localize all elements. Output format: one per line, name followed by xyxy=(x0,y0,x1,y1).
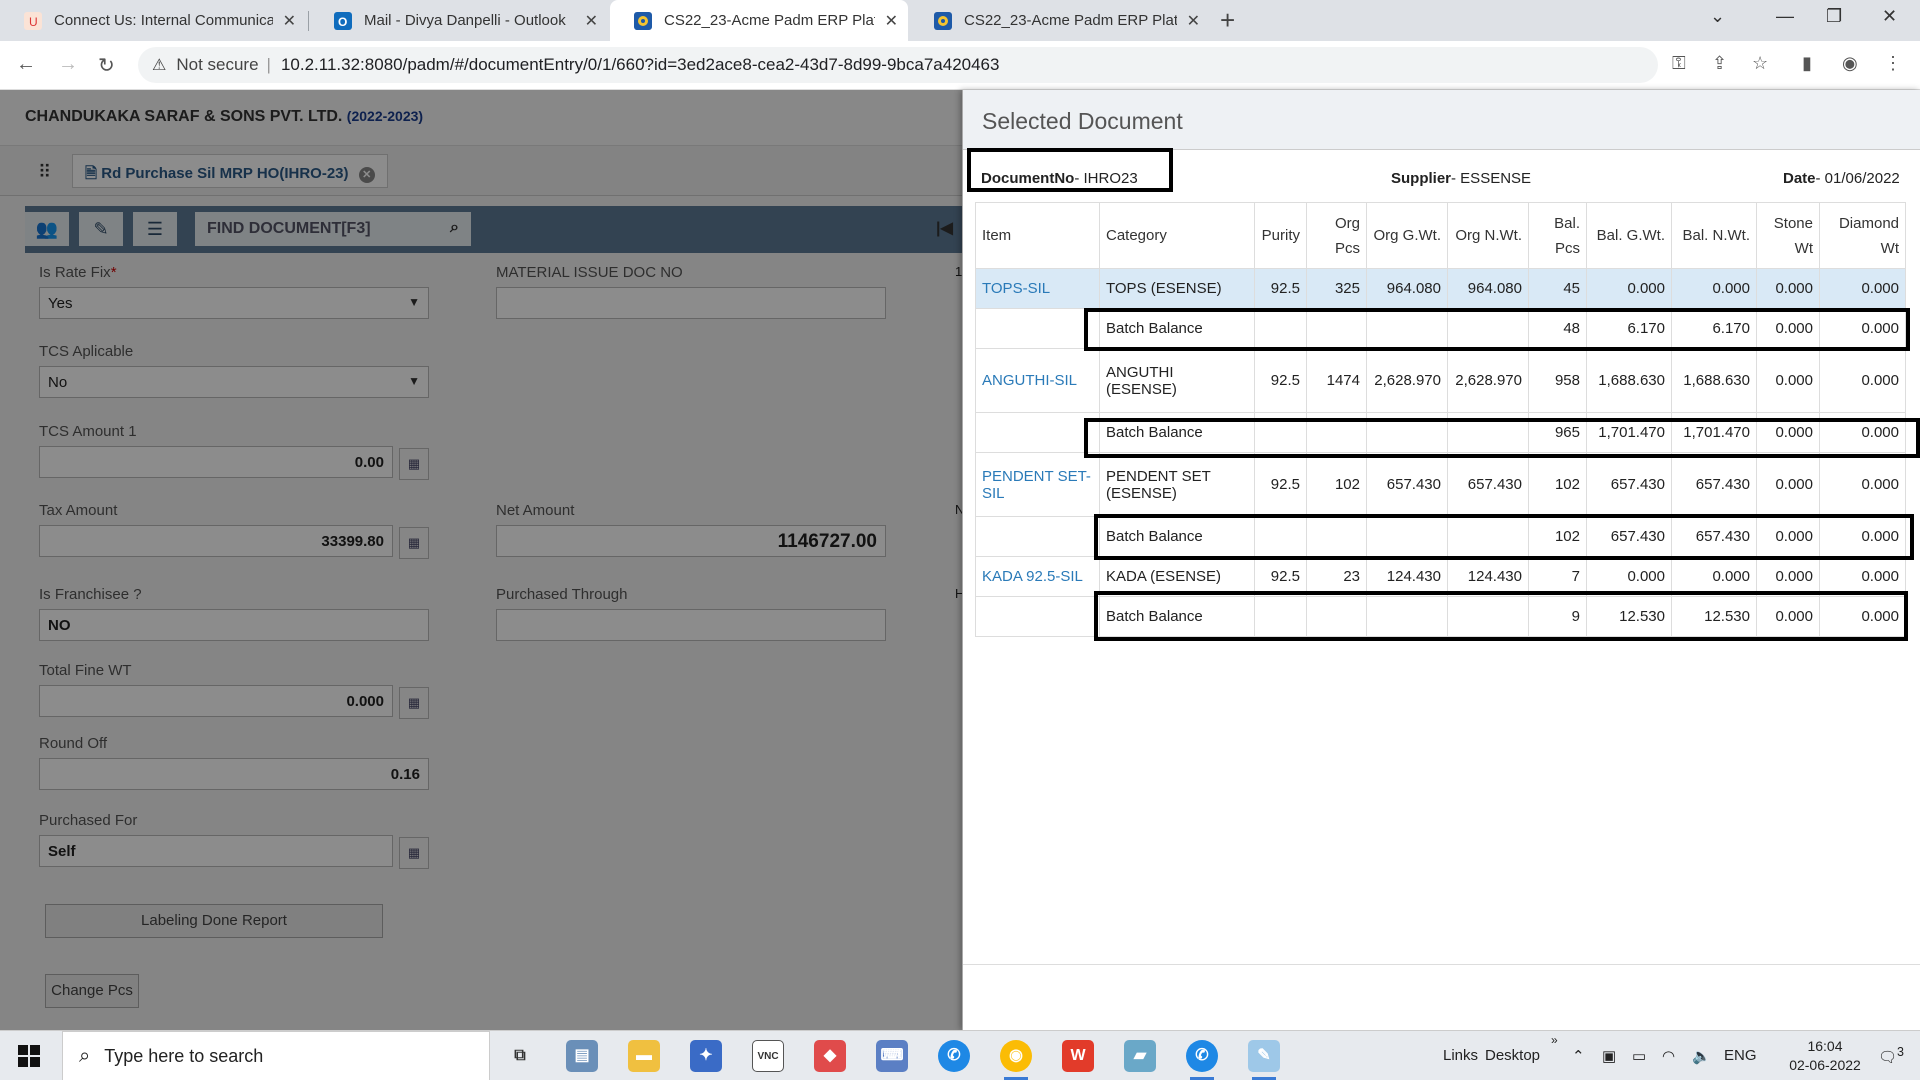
tab-title: CS22_23-Acme Padm ERP Platfor xyxy=(964,12,1177,29)
windows-start-icon[interactable] xyxy=(18,1045,40,1067)
notification-icon[interactable]: 🗨3 xyxy=(1878,1045,1904,1066)
remote-desktop-icon[interactable]: ⌨ xyxy=(876,1040,908,1072)
task-view-icon[interactable]: ⧉ xyxy=(504,1040,536,1072)
batch-balance-highlight xyxy=(1084,418,1920,458)
file-server-icon[interactable]: ▤ xyxy=(566,1040,598,1072)
column-header: Bal. Pcs xyxy=(1528,202,1587,269)
erp-favicon-icon xyxy=(634,11,652,30)
desktop-toolbar[interactable]: Desktop xyxy=(1485,1047,1540,1064)
erp-favicon-icon xyxy=(934,11,952,30)
column-header: Stone Wt xyxy=(1756,202,1820,269)
close-tab-icon[interactable]: ✕ xyxy=(1187,11,1200,31)
table-header: Item Category Purity Org Pcs Org G.Wt. O… xyxy=(975,202,1906,269)
share-icon[interactable]: ⇪ xyxy=(1712,53,1727,74)
anydesk-icon[interactable]: ◆ xyxy=(814,1040,846,1072)
wps-office-icon[interactable]: W xyxy=(1062,1040,1094,1072)
browser-menu-icon[interactable]: ⋮ xyxy=(1884,53,1902,74)
document-no-highlight xyxy=(967,148,1173,192)
taskbar-search-box[interactable]: ⌕ Type here to search xyxy=(62,1031,490,1080)
browser-tab-outlook[interactable]: O Mail - Divya Danpelli - Outlook ✕ xyxy=(310,0,608,41)
tab-title: Mail - Divya Danpelli - Outlook xyxy=(364,12,566,29)
close-tab-icon[interactable]: ✕ xyxy=(283,11,296,31)
selected-document-panel: Selected Document DocumentNo- IHRO23 Sup… xyxy=(962,90,1920,1030)
column-header: Org N.Wt. xyxy=(1447,202,1529,269)
reload-icon[interactable]: ↻ xyxy=(98,53,115,78)
browser-tab-connect[interactable]: U Connect Us: Internal Communica ✕ xyxy=(0,0,306,41)
url-text[interactable]: 10.2.11.32:8080/padm/#/documentEntry/0/1… xyxy=(281,55,1000,75)
phone-app-icon[interactable]: ✆ xyxy=(938,1040,970,1072)
connect-favicon-icon: U xyxy=(24,11,42,30)
address-bar: ← → ↻ ⚠ Not secure | 10.2.11.32:8080/pad… xyxy=(0,41,1920,90)
bookmark-star-icon[interactable]: ☆ xyxy=(1752,53,1768,74)
table-row[interactable]: PENDENT SET-SIL PENDENT SET (ESENSE) 92.… xyxy=(975,452,1906,517)
system-clock[interactable]: 16:04 02-06-2022 xyxy=(1780,1037,1870,1075)
document-date: Date- 01/06/2022 xyxy=(1783,170,1900,187)
browser-tab-erp[interactable]: CS22_23-Acme Padm ERP Platfor ✕ xyxy=(910,0,1210,41)
taskbar-search-placeholder: Type here to search xyxy=(104,1045,264,1066)
battery-icon[interactable]: ▭ xyxy=(1632,1047,1646,1065)
language-indicator[interactable]: ENG xyxy=(1724,1047,1757,1064)
network-app-icon[interactable]: ✦ xyxy=(690,1040,722,1072)
tab-search-chevron-icon[interactable]: ⌄ xyxy=(1710,6,1725,27)
column-header: Org G.Wt. xyxy=(1366,202,1448,269)
panel-title: Selected Document xyxy=(963,90,1920,150)
new-tab-icon[interactable]: + xyxy=(1220,5,1235,36)
batch-balance-highlight xyxy=(1084,308,1910,351)
table-row[interactable]: TOPS-SIL TOPS (ESENSE) 92.5 325 964.080 … xyxy=(975,268,1906,309)
paint-icon[interactable]: ✎ xyxy=(1248,1040,1280,1080)
column-header: Bal. G.Wt. xyxy=(1586,202,1672,269)
column-header: Item xyxy=(975,202,1100,269)
vnc-icon[interactable]: VNC xyxy=(752,1040,784,1072)
file-explorer-icon[interactable]: ▬ xyxy=(628,1040,660,1072)
batch-balance-highlight xyxy=(1094,514,1914,560)
batch-balance-highlight xyxy=(1094,591,1908,641)
forward-icon[interactable]: → xyxy=(58,53,78,76)
column-header: Bal. N.Wt. xyxy=(1671,202,1757,269)
close-tab-icon[interactable]: ✕ xyxy=(585,11,598,31)
modal-overlay[interactable] xyxy=(0,90,962,1030)
notes-app-icon[interactable]: ▰ xyxy=(1124,1040,1156,1072)
svg-text:O: O xyxy=(338,15,347,29)
back-icon[interactable]: ← xyxy=(16,53,36,76)
table-row[interactable]: ANGUTHI-SIL ANGUTHI (ESENSE) 92.5 1474 2… xyxy=(975,348,1906,413)
key-icon[interactable]: ⚿ xyxy=(1672,53,1686,74)
url-omnibox[interactable]: ⚠ Not secure | 10.2.11.32:8080/padm/#/do… xyxy=(138,47,1658,83)
clock-time: 16:04 xyxy=(1807,1038,1843,1054)
close-window-icon[interactable]: ✕ xyxy=(1882,6,1897,27)
phone-app-icon[interactable]: ✆ xyxy=(1186,1040,1218,1080)
panel-footer-divider xyxy=(963,964,1920,965)
meet-now-icon[interactable]: ▣ xyxy=(1602,1047,1616,1065)
tab-title: CS22_23-Acme Padm ERP Platfor xyxy=(664,12,875,29)
profile-avatar-icon[interactable]: ◉ xyxy=(1842,53,1858,74)
wifi-icon[interactable]: ◠ xyxy=(1662,1047,1675,1065)
browser-tab-strip: U Connect Us: Internal Communica ✕ O Mai… xyxy=(0,0,1920,41)
notification-count: 3 xyxy=(1897,1045,1904,1059)
column-header: Diamond Wt xyxy=(1819,202,1906,269)
restore-icon[interactable]: ❐ xyxy=(1826,6,1842,27)
column-header: Org Pcs xyxy=(1306,202,1367,269)
warning-triangle-icon[interactable]: ⚠ xyxy=(152,55,166,75)
column-header: Category xyxy=(1099,202,1255,269)
side-panel-icon[interactable]: ▮ xyxy=(1802,53,1812,74)
volume-icon[interactable]: 🔈 xyxy=(1692,1047,1711,1065)
search-icon: ⌕ xyxy=(79,1044,91,1067)
close-tab-icon[interactable]: ✕ xyxy=(885,11,898,31)
windows-taskbar: ⌕ Type here to search ⧉ ▤ ▬ ✦ VNC ◆ ⌨ ✆ … xyxy=(0,1030,1920,1080)
column-header: Purity xyxy=(1254,202,1307,269)
minimize-icon[interactable]: — xyxy=(1776,6,1794,27)
show-hidden-icons-icon[interactable]: ⌃ xyxy=(1572,1047,1585,1065)
browser-tab-erp-active[interactable]: CS22_23-Acme Padm ERP Platfor ✕ xyxy=(610,0,908,41)
svg-text:U: U xyxy=(29,15,38,29)
supplier: Supplier- ESSENSE xyxy=(1391,170,1532,187)
outlook-favicon-icon: O xyxy=(334,11,352,30)
toolbar-overflow-icon[interactable]: » xyxy=(1551,1033,1558,1047)
security-label: Not secure xyxy=(176,55,259,74)
chrome-icon[interactable]: ◉ xyxy=(1000,1040,1032,1080)
tab-title: Connect Us: Internal Communica xyxy=(54,12,273,29)
clock-date: 02-06-2022 xyxy=(1789,1057,1861,1073)
links-toolbar[interactable]: Links xyxy=(1443,1047,1478,1064)
